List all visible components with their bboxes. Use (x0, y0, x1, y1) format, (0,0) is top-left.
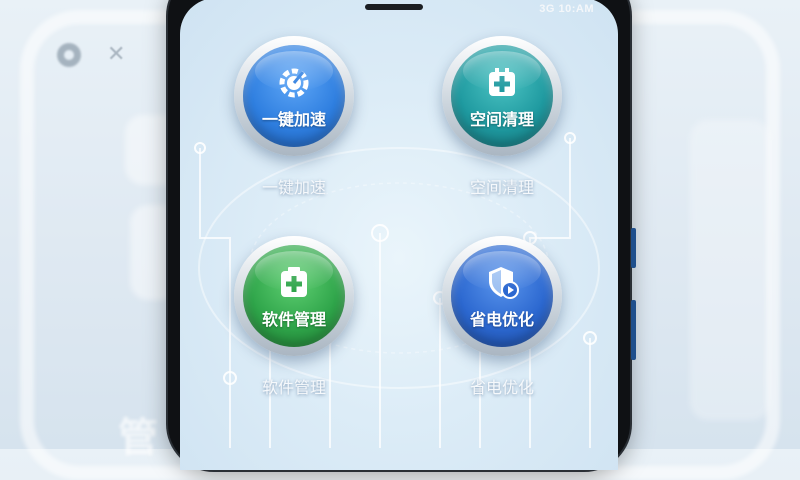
background-close-icon: ✕ (107, 42, 126, 67)
background-text: 管 (118, 415, 158, 461)
app-one-key-accelerate[interactable]: 一键加速 一键加速 (234, 36, 354, 198)
accelerate-button-face: 一键加速 (243, 45, 345, 147)
power-button (631, 300, 636, 360)
space-cleanup-button-label: 空间清理 (469, 110, 534, 129)
power-saving-button-label: 省电优化 (469, 310, 534, 329)
space-cleanup-button[interactable]: 空间清理 (442, 36, 562, 156)
phone-frame: 3G 10:AM 一键加速 一键加速 空间清理 空间清理 软件管理 软件管理 省… (168, 0, 636, 470)
battery-plus-icon (489, 68, 515, 96)
app-power-saving[interactable]: 省电优化 省电优化 (442, 236, 562, 398)
battery-plus-icon (281, 267, 307, 297)
space-cleanup-button-face: 空间清理 (451, 45, 553, 147)
software-management-button[interactable]: 软件管理 (234, 236, 354, 356)
software-management-button-face: 软件管理 (243, 245, 345, 347)
shield-play-icon (489, 267, 519, 299)
software-management-caption: 软件管理 (261, 378, 326, 397)
space-cleanup-caption: 空间清理 (469, 178, 534, 197)
phone-screen: 3G 10:AM 一键加速 一键加速 空间清理 空间清理 软件管理 软件管理 省… (180, 0, 618, 470)
app-space-cleanup[interactable]: 空间清理 空间清理 (442, 36, 562, 198)
accelerate-caption: 一键加速 (261, 178, 326, 197)
volume-button (631, 228, 636, 268)
speedometer-gear-icon (279, 68, 309, 98)
accelerate-button[interactable]: 一键加速 (234, 36, 354, 156)
status-text: 3G 10:AM (539, 3, 594, 15)
app-software-management[interactable]: 软件管理 软件管理 (234, 236, 354, 398)
power-saving-caption: 省电优化 (469, 378, 534, 397)
power-saving-button[interactable]: 省电优化 (442, 236, 562, 356)
accelerate-button-label: 一键加速 (261, 110, 326, 129)
power-saving-button-face: 省电优化 (451, 245, 553, 347)
background-shape (690, 120, 770, 420)
background-settings-icon (57, 43, 81, 67)
software-management-button-label: 软件管理 (261, 310, 326, 329)
status-bar: 3G 10:AM (180, 0, 618, 16)
earpiece (365, 4, 423, 10)
